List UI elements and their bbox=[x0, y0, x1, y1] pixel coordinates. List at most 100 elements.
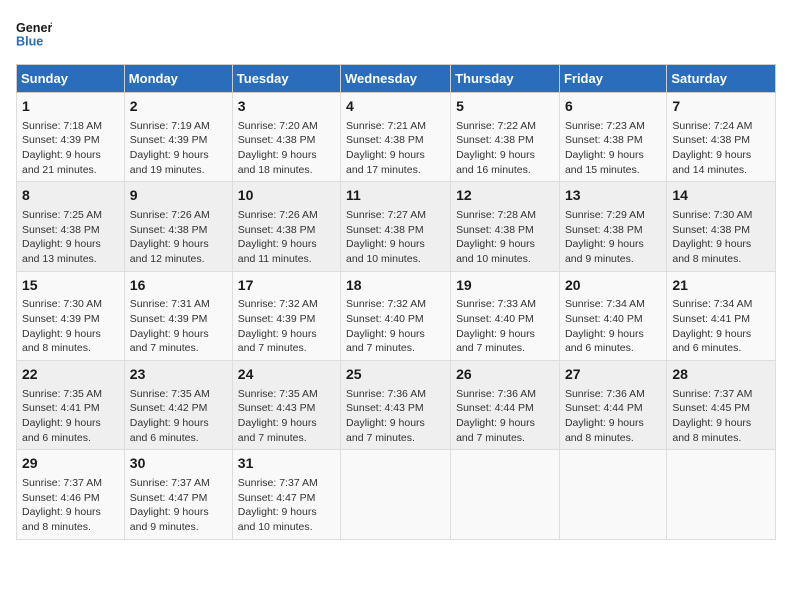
day-info: Sunrise: 7:26 AM Sunset: 4:38 PM Dayligh… bbox=[238, 208, 335, 267]
day-info: Sunrise: 7:35 AM Sunset: 4:42 PM Dayligh… bbox=[130, 387, 227, 446]
day-number: 8 bbox=[22, 186, 119, 206]
day-number: 20 bbox=[565, 276, 661, 296]
day-info: Sunrise: 7:35 AM Sunset: 4:43 PM Dayligh… bbox=[238, 387, 335, 446]
week-row-1: 1Sunrise: 7:18 AM Sunset: 4:39 PM Daylig… bbox=[17, 93, 776, 182]
day-info: Sunrise: 7:23 AM Sunset: 4:38 PM Dayligh… bbox=[565, 119, 661, 178]
day-info: Sunrise: 7:24 AM Sunset: 4:38 PM Dayligh… bbox=[672, 119, 770, 178]
day-cell-30: 30Sunrise: 7:37 AM Sunset: 4:47 PM Dayli… bbox=[124, 450, 232, 539]
empty-cell bbox=[667, 450, 776, 539]
day-number: 27 bbox=[565, 365, 661, 385]
logo: General Blue bbox=[16, 16, 52, 52]
day-cell-28: 28Sunrise: 7:37 AM Sunset: 4:45 PM Dayli… bbox=[667, 361, 776, 450]
day-info: Sunrise: 7:32 AM Sunset: 4:39 PM Dayligh… bbox=[238, 297, 335, 356]
day-cell-9: 9Sunrise: 7:26 AM Sunset: 4:38 PM Daylig… bbox=[124, 182, 232, 271]
day-info: Sunrise: 7:34 AM Sunset: 4:41 PM Dayligh… bbox=[672, 297, 770, 356]
day-info: Sunrise: 7:37 AM Sunset: 4:45 PM Dayligh… bbox=[672, 387, 770, 446]
day-number: 24 bbox=[238, 365, 335, 385]
day-cell-14: 14Sunrise: 7:30 AM Sunset: 4:38 PM Dayli… bbox=[667, 182, 776, 271]
day-number: 2 bbox=[130, 97, 227, 117]
day-info: Sunrise: 7:22 AM Sunset: 4:38 PM Dayligh… bbox=[456, 119, 554, 178]
day-cell-20: 20Sunrise: 7:34 AM Sunset: 4:40 PM Dayli… bbox=[559, 271, 666, 360]
calendar-table: SundayMondayTuesdayWednesdayThursdayFrid… bbox=[16, 64, 776, 540]
day-number: 9 bbox=[130, 186, 227, 206]
col-header-friday: Friday bbox=[559, 65, 666, 93]
day-number: 3 bbox=[238, 97, 335, 117]
day-number: 15 bbox=[22, 276, 119, 296]
day-info: Sunrise: 7:18 AM Sunset: 4:39 PM Dayligh… bbox=[22, 119, 119, 178]
day-cell-17: 17Sunrise: 7:32 AM Sunset: 4:39 PM Dayli… bbox=[232, 271, 340, 360]
day-cell-11: 11Sunrise: 7:27 AM Sunset: 4:38 PM Dayli… bbox=[341, 182, 451, 271]
day-number: 16 bbox=[130, 276, 227, 296]
day-number: 30 bbox=[130, 454, 227, 474]
day-info: Sunrise: 7:25 AM Sunset: 4:38 PM Dayligh… bbox=[22, 208, 119, 267]
logo-icon: General Blue bbox=[16, 16, 52, 52]
day-info: Sunrise: 7:35 AM Sunset: 4:41 PM Dayligh… bbox=[22, 387, 119, 446]
day-cell-8: 8Sunrise: 7:25 AM Sunset: 4:38 PM Daylig… bbox=[17, 182, 125, 271]
day-cell-5: 5Sunrise: 7:22 AM Sunset: 4:38 PM Daylig… bbox=[451, 93, 560, 182]
day-number: 26 bbox=[456, 365, 554, 385]
day-number: 29 bbox=[22, 454, 119, 474]
day-cell-2: 2Sunrise: 7:19 AM Sunset: 4:39 PM Daylig… bbox=[124, 93, 232, 182]
day-info: Sunrise: 7:19 AM Sunset: 4:39 PM Dayligh… bbox=[130, 119, 227, 178]
day-cell-19: 19Sunrise: 7:33 AM Sunset: 4:40 PM Dayli… bbox=[451, 271, 560, 360]
day-info: Sunrise: 7:27 AM Sunset: 4:38 PM Dayligh… bbox=[346, 208, 445, 267]
day-number: 31 bbox=[238, 454, 335, 474]
day-info: Sunrise: 7:37 AM Sunset: 4:46 PM Dayligh… bbox=[22, 476, 119, 535]
day-number: 22 bbox=[22, 365, 119, 385]
day-cell-23: 23Sunrise: 7:35 AM Sunset: 4:42 PM Dayli… bbox=[124, 361, 232, 450]
day-info: Sunrise: 7:37 AM Sunset: 4:47 PM Dayligh… bbox=[238, 476, 335, 535]
day-number: 25 bbox=[346, 365, 445, 385]
empty-cell bbox=[559, 450, 666, 539]
day-info: Sunrise: 7:32 AM Sunset: 4:40 PM Dayligh… bbox=[346, 297, 445, 356]
day-info: Sunrise: 7:33 AM Sunset: 4:40 PM Dayligh… bbox=[456, 297, 554, 356]
day-info: Sunrise: 7:21 AM Sunset: 4:38 PM Dayligh… bbox=[346, 119, 445, 178]
week-row-2: 8Sunrise: 7:25 AM Sunset: 4:38 PM Daylig… bbox=[17, 182, 776, 271]
week-row-5: 29Sunrise: 7:37 AM Sunset: 4:46 PM Dayli… bbox=[17, 450, 776, 539]
day-number: 11 bbox=[346, 186, 445, 206]
day-cell-13: 13Sunrise: 7:29 AM Sunset: 4:38 PM Dayli… bbox=[559, 182, 666, 271]
day-number: 18 bbox=[346, 276, 445, 296]
day-info: Sunrise: 7:36 AM Sunset: 4:44 PM Dayligh… bbox=[456, 387, 554, 446]
day-info: Sunrise: 7:30 AM Sunset: 4:39 PM Dayligh… bbox=[22, 297, 119, 356]
day-cell-22: 22Sunrise: 7:35 AM Sunset: 4:41 PM Dayli… bbox=[17, 361, 125, 450]
day-cell-1: 1Sunrise: 7:18 AM Sunset: 4:39 PM Daylig… bbox=[17, 93, 125, 182]
col-header-saturday: Saturday bbox=[667, 65, 776, 93]
day-cell-18: 18Sunrise: 7:32 AM Sunset: 4:40 PM Dayli… bbox=[341, 271, 451, 360]
col-header-wednesday: Wednesday bbox=[341, 65, 451, 93]
day-cell-27: 27Sunrise: 7:36 AM Sunset: 4:44 PM Dayli… bbox=[559, 361, 666, 450]
day-cell-16: 16Sunrise: 7:31 AM Sunset: 4:39 PM Dayli… bbox=[124, 271, 232, 360]
day-number: 10 bbox=[238, 186, 335, 206]
day-cell-4: 4Sunrise: 7:21 AM Sunset: 4:38 PM Daylig… bbox=[341, 93, 451, 182]
day-info: Sunrise: 7:20 AM Sunset: 4:38 PM Dayligh… bbox=[238, 119, 335, 178]
week-row-4: 22Sunrise: 7:35 AM Sunset: 4:41 PM Dayli… bbox=[17, 361, 776, 450]
day-cell-21: 21Sunrise: 7:34 AM Sunset: 4:41 PM Dayli… bbox=[667, 271, 776, 360]
day-cell-25: 25Sunrise: 7:36 AM Sunset: 4:43 PM Dayli… bbox=[341, 361, 451, 450]
day-info: Sunrise: 7:36 AM Sunset: 4:44 PM Dayligh… bbox=[565, 387, 661, 446]
col-header-monday: Monday bbox=[124, 65, 232, 93]
day-number: 13 bbox=[565, 186, 661, 206]
svg-text:General: General bbox=[16, 21, 52, 35]
week-row-3: 15Sunrise: 7:30 AM Sunset: 4:39 PM Dayli… bbox=[17, 271, 776, 360]
day-cell-29: 29Sunrise: 7:37 AM Sunset: 4:46 PM Dayli… bbox=[17, 450, 125, 539]
day-number: 6 bbox=[565, 97, 661, 117]
day-number: 19 bbox=[456, 276, 554, 296]
day-info: Sunrise: 7:26 AM Sunset: 4:38 PM Dayligh… bbox=[130, 208, 227, 267]
day-info: Sunrise: 7:28 AM Sunset: 4:38 PM Dayligh… bbox=[456, 208, 554, 267]
day-cell-3: 3Sunrise: 7:20 AM Sunset: 4:38 PM Daylig… bbox=[232, 93, 340, 182]
day-number: 1 bbox=[22, 97, 119, 117]
col-header-tuesday: Tuesday bbox=[232, 65, 340, 93]
day-info: Sunrise: 7:30 AM Sunset: 4:38 PM Dayligh… bbox=[672, 208, 770, 267]
day-cell-10: 10Sunrise: 7:26 AM Sunset: 4:38 PM Dayli… bbox=[232, 182, 340, 271]
empty-cell bbox=[451, 450, 560, 539]
day-number: 23 bbox=[130, 365, 227, 385]
day-number: 14 bbox=[672, 186, 770, 206]
day-number: 17 bbox=[238, 276, 335, 296]
day-number: 5 bbox=[456, 97, 554, 117]
col-header-sunday: Sunday bbox=[17, 65, 125, 93]
svg-text:Blue: Blue bbox=[16, 35, 43, 49]
day-cell-15: 15Sunrise: 7:30 AM Sunset: 4:39 PM Dayli… bbox=[17, 271, 125, 360]
day-number: 12 bbox=[456, 186, 554, 206]
empty-cell bbox=[341, 450, 451, 539]
day-info: Sunrise: 7:34 AM Sunset: 4:40 PM Dayligh… bbox=[565, 297, 661, 356]
day-cell-26: 26Sunrise: 7:36 AM Sunset: 4:44 PM Dayli… bbox=[451, 361, 560, 450]
